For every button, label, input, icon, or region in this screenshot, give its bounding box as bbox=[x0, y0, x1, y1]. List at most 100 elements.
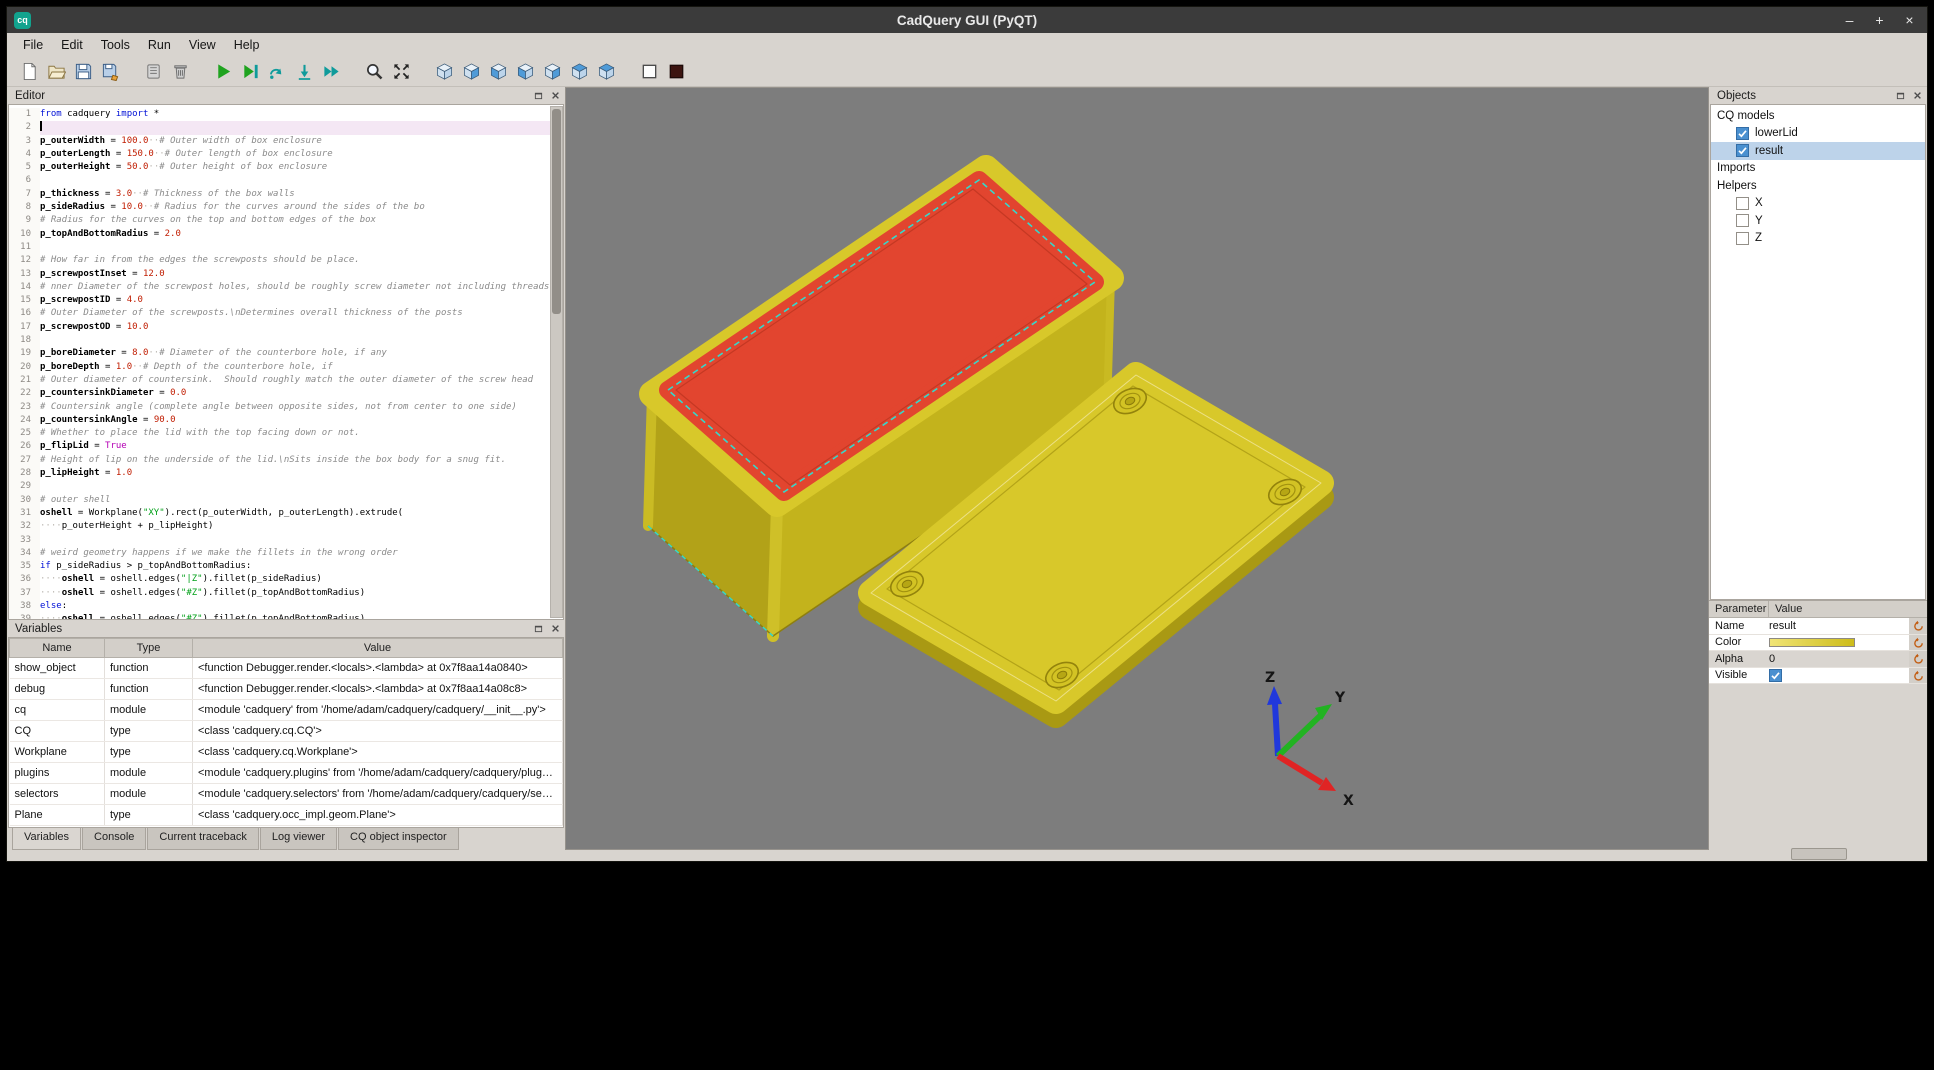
code-line-28[interactable]: 28p_lipHeight = 1.0 bbox=[9, 467, 563, 480]
code-line-5[interactable]: 5p_outerHeight = 50.0··# Outer height of… bbox=[9, 161, 563, 174]
code-line-34[interactable]: 34# weird geometry happens if we make th… bbox=[9, 547, 563, 560]
code-line-25[interactable]: 25# Whether to place the lid with the to… bbox=[9, 427, 563, 440]
tab-variables[interactable]: Variables bbox=[12, 828, 81, 850]
menu-item-tools[interactable]: Tools bbox=[92, 36, 139, 54]
code-line-6[interactable]: 6 bbox=[9, 174, 563, 187]
checkbox-checked-icon[interactable] bbox=[1736, 127, 1749, 140]
wireframe-toggle-icon[interactable] bbox=[636, 58, 663, 84]
variables-float-button[interactable] bbox=[531, 622, 545, 635]
objects-float-button[interactable] bbox=[1893, 89, 1907, 102]
tab-log-viewer[interactable]: Log viewer bbox=[260, 828, 337, 850]
run-icon[interactable] bbox=[210, 58, 237, 84]
new-file-icon[interactable] bbox=[16, 58, 43, 84]
view-back-icon[interactable] bbox=[485, 58, 512, 84]
code-line-24[interactable]: 24p_countersinkAngle = 90.0 bbox=[9, 414, 563, 427]
menu-item-file[interactable]: File bbox=[14, 36, 52, 54]
editor-code-area[interactable]: 1from cadquery import *23p_outerWidth = … bbox=[8, 104, 564, 620]
variable-row-debug[interactable]: debugfunction<function Debugger.render.<… bbox=[10, 679, 563, 700]
code-line-26[interactable]: 26p_flipLid = True bbox=[9, 440, 563, 453]
code-line-1[interactable]: 1from cadquery import * bbox=[9, 108, 563, 121]
tree-item-x[interactable]: X bbox=[1711, 195, 1925, 213]
viewport-3d[interactable]: Z Y X bbox=[565, 87, 1709, 850]
code-line-33[interactable]: 33 bbox=[9, 534, 563, 547]
zoom-icon[interactable] bbox=[361, 58, 388, 84]
code-line-27[interactable]: 27# Height of lip on the underside of th… bbox=[9, 454, 563, 467]
code-line-13[interactable]: 13p_screwpostInset = 12.0 bbox=[9, 268, 563, 281]
code-line-29[interactable]: 29 bbox=[9, 480, 563, 493]
fit-view-icon[interactable] bbox=[388, 58, 415, 84]
menu-item-edit[interactable]: Edit bbox=[52, 36, 92, 54]
view-left-icon[interactable] bbox=[512, 58, 539, 84]
reset-icon[interactable] bbox=[1909, 618, 1927, 634]
save-icon[interactable] bbox=[70, 58, 97, 84]
code-line-15[interactable]: 15p_screwpostID = 4.0 bbox=[9, 294, 563, 307]
code-line-36[interactable]: 36····oshell = oshell.edges("|Z").fillet… bbox=[9, 573, 563, 586]
code-line-8[interactable]: 8p_sideRadius = 10.0··# Radius for the c… bbox=[9, 201, 563, 214]
variable-row-plane[interactable]: Planetype<class 'cadquery.occ_impl.geom.… bbox=[10, 805, 563, 826]
tree-item-y[interactable]: Y bbox=[1711, 212, 1925, 230]
close-button[interactable]: × bbox=[1902, 12, 1917, 28]
objects-close-button[interactable] bbox=[1910, 89, 1924, 102]
code-line-9[interactable]: 9# Radius for the curves on the top and … bbox=[9, 214, 563, 227]
code-line-19[interactable]: 19p_boreDiameter = 8.0··# Diameter of th… bbox=[9, 347, 563, 360]
step-over-icon[interactable] bbox=[264, 58, 291, 84]
variable-row-show-object[interactable]: show_objectfunction<function Debugger.re… bbox=[10, 658, 563, 679]
maximize-button[interactable]: + bbox=[1872, 12, 1887, 28]
code-line-21[interactable]: 21# Outer diameter of countersink. Shoul… bbox=[9, 374, 563, 387]
tree-item-result[interactable]: result bbox=[1711, 142, 1925, 160]
variables-close-button[interactable] bbox=[548, 622, 562, 635]
editor-close-button[interactable] bbox=[548, 89, 562, 102]
reset-icon[interactable] bbox=[1909, 651, 1927, 667]
view-right-icon[interactable] bbox=[539, 58, 566, 84]
tab-cq-object-inspector[interactable]: CQ object inspector bbox=[338, 828, 459, 850]
code-line-10[interactable]: 10p_topAndBottomRadius = 2.0 bbox=[9, 228, 563, 241]
code-line-22[interactable]: 22p_countersinkDiameter = 0.0 bbox=[9, 387, 563, 400]
status-widget[interactable] bbox=[1791, 848, 1847, 860]
code-line-20[interactable]: 20p_boreDepth = 1.0··# Depth of the coun… bbox=[9, 361, 563, 374]
variable-row-cq[interactable]: CQtype<class 'cadquery.cq.CQ'> bbox=[10, 721, 563, 742]
view-front-icon[interactable] bbox=[458, 58, 485, 84]
debug-icon[interactable] bbox=[237, 58, 264, 84]
code-line-7[interactable]: 7p_thickness = 3.0··# Thickness of the b… bbox=[9, 188, 563, 201]
code-line-35[interactable]: 35if p_sideRadius > p_topAndBottomRadius… bbox=[9, 560, 563, 573]
menu-item-help[interactable]: Help bbox=[225, 36, 269, 54]
editor-scrollbar[interactable] bbox=[550, 106, 563, 618]
code-line-39[interactable]: 39····oshell = oshell.edges("#Z").fillet… bbox=[9, 613, 563, 620]
view-top-icon[interactable] bbox=[566, 58, 593, 84]
view-bottom-icon[interactable] bbox=[593, 58, 620, 84]
tree-group-cq-models[interactable]: CQ models bbox=[1711, 107, 1925, 125]
shaded-toggle-icon[interactable] bbox=[663, 58, 690, 84]
editor-scrollbar-thumb[interactable] bbox=[552, 109, 561, 314]
menu-item-run[interactable]: Run bbox=[139, 36, 180, 54]
tree-group-imports[interactable]: Imports bbox=[1711, 160, 1925, 178]
color-swatch[interactable] bbox=[1769, 638, 1855, 647]
code-line-16[interactable]: 16# Outer Diameter of the screwposts.\nD… bbox=[9, 307, 563, 320]
tab-console[interactable]: Console bbox=[82, 828, 146, 850]
variable-row-plugins[interactable]: pluginsmodule<module 'cadquery.plugins' … bbox=[10, 763, 563, 784]
checkbox-unchecked-icon[interactable] bbox=[1736, 232, 1749, 245]
code-line-4[interactable]: 4p_outerLength = 150.0··# Outer length o… bbox=[9, 148, 563, 161]
tree-item-z[interactable]: Z bbox=[1711, 230, 1925, 248]
code-line-37[interactable]: 37····oshell = oshell.edges("#Z").fillet… bbox=[9, 587, 563, 600]
variable-row-selectors[interactable]: selectorsmodule<module 'cadquery.selecto… bbox=[10, 784, 563, 805]
code-line-12[interactable]: 12# How far in from the edges the screwp… bbox=[9, 254, 563, 267]
code-line-18[interactable]: 18 bbox=[9, 334, 563, 347]
view-iso-icon[interactable] bbox=[431, 58, 458, 84]
code-line-31[interactable]: 31oshell = Workplane("XY").rect(p_outerW… bbox=[9, 507, 563, 520]
tab-current-traceback[interactable]: Current traceback bbox=[147, 828, 258, 850]
tree-item-lowerlid[interactable]: lowerLid bbox=[1711, 125, 1925, 143]
code-line-17[interactable]: 17p_screwpostOD = 10.0 bbox=[9, 321, 563, 334]
reset-icon[interactable] bbox=[1909, 668, 1927, 684]
minimize-button[interactable]: – bbox=[1842, 12, 1857, 28]
code-line-32[interactable]: 32····p_outerHeight + p_lipHeight) bbox=[9, 520, 563, 533]
delete-icon[interactable] bbox=[167, 58, 194, 84]
step-into-icon[interactable] bbox=[291, 58, 318, 84]
code-line-30[interactable]: 30# outer shell bbox=[9, 494, 563, 507]
variable-row-cq[interactable]: cqmodule<module 'cadquery' from '/home/a… bbox=[10, 700, 563, 721]
checkbox-unchecked-icon[interactable] bbox=[1736, 214, 1749, 227]
code-line-38[interactable]: 38else: bbox=[9, 600, 563, 613]
open-file-icon[interactable] bbox=[43, 58, 70, 84]
editor-float-button[interactable] bbox=[531, 89, 545, 102]
tree-group-helpers[interactable]: Helpers bbox=[1711, 177, 1925, 195]
fast-forward-icon[interactable] bbox=[318, 58, 345, 84]
